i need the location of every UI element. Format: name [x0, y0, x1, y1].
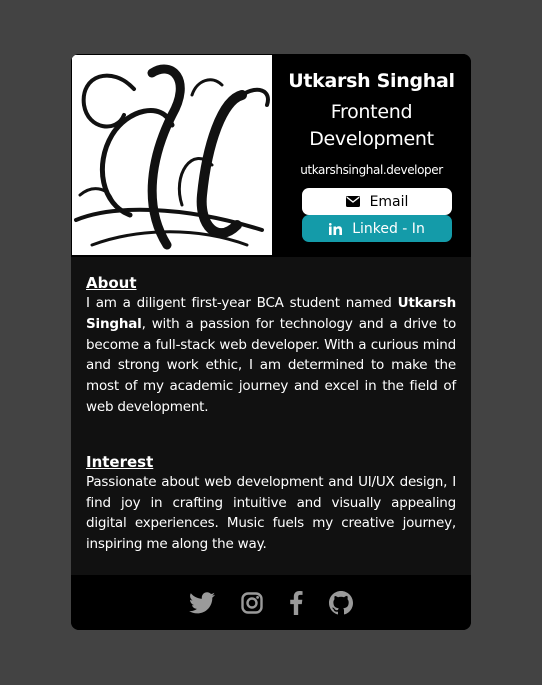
- about-text: I am a diligent first-year BCA student n…: [86, 295, 456, 415]
- linkedin-button-label: Linked - In: [352, 220, 425, 237]
- facebook-icon[interactable]: [289, 590, 303, 615]
- linkedin-icon: [329, 222, 343, 235]
- github-icon[interactable]: [329, 590, 353, 615]
- interest-text: Passionate about web development and UI/…: [86, 473, 456, 553]
- profile-info: Utkarsh Singhal Frontend Development utk…: [272, 54, 471, 257]
- email-button[interactable]: Email: [302, 188, 452, 215]
- profile-role: Frontend Development: [309, 101, 434, 150]
- social-footer: [71, 575, 471, 630]
- twitter-icon[interactable]: [189, 591, 215, 614]
- profile-card: Utkarsh Singhal Frontend Development utk…: [71, 54, 471, 630]
- linkedin-button[interactable]: Linked - In: [302, 215, 452, 242]
- about-heading: About: [86, 274, 137, 292]
- card-header: Utkarsh Singhal Frontend Development utk…: [71, 54, 471, 257]
- monogram-logo: [72, 55, 272, 255]
- profile-name: Utkarsh Singhal: [288, 70, 455, 92]
- profile-handle: utkarshsinghal.developer: [300, 163, 443, 177]
- profile-content: About I am a diligent first-year BCA stu…: [86, 273, 456, 555]
- interest-heading: Interest: [86, 452, 154, 471]
- instagram-icon[interactable]: [241, 591, 263, 614]
- email-button-label: Email: [369, 193, 409, 210]
- envelope-icon: [345, 196, 360, 207]
